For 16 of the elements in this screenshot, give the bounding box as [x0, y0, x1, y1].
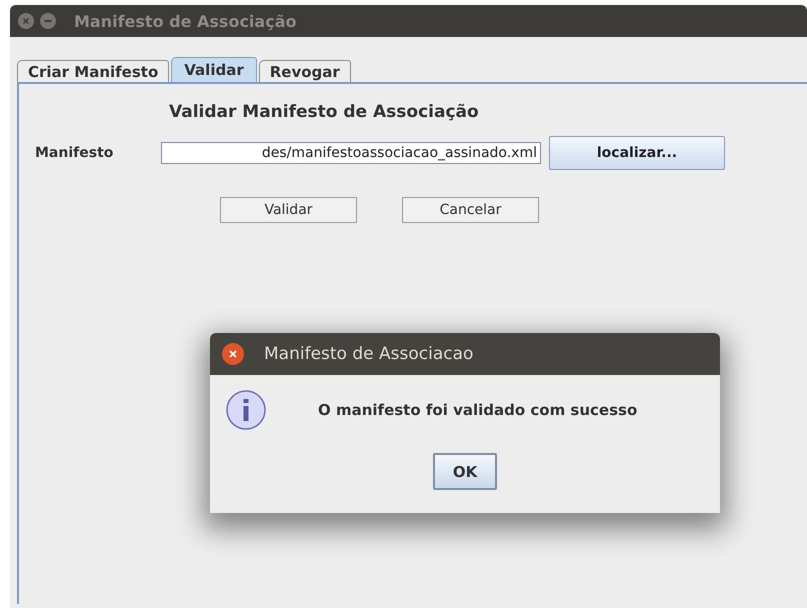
field-label: Manifesto: [35, 145, 114, 161]
file-path-field[interactable]: des/manifestoassociacao_assinado.xml: [161, 142, 541, 164]
dialog-message: O manifesto foi validado com sucesso: [318, 401, 638, 419]
tab[interactable]: Validar: [171, 57, 257, 82]
ok-button[interactable]: OK: [433, 453, 497, 490]
info-icon: [226, 390, 266, 430]
cancel-button[interactable]: Cancelar: [402, 197, 539, 223]
window-title: Manifesto de Associação: [74, 12, 296, 30]
minimize-icon[interactable]: [40, 13, 56, 29]
tab[interactable]: Criar Manifesto: [17, 60, 170, 82]
tab[interactable]: Revogar: [258, 60, 351, 82]
validate-button[interactable]: Validar: [220, 197, 357, 223]
close-icon[interactable]: [222, 343, 244, 365]
browse-button[interactable]: localizar...: [549, 136, 725, 170]
dialog-title: Manifesto de Associacao: [264, 344, 474, 364]
form-heading: Validar Manifesto de Associação: [168, 102, 480, 122]
